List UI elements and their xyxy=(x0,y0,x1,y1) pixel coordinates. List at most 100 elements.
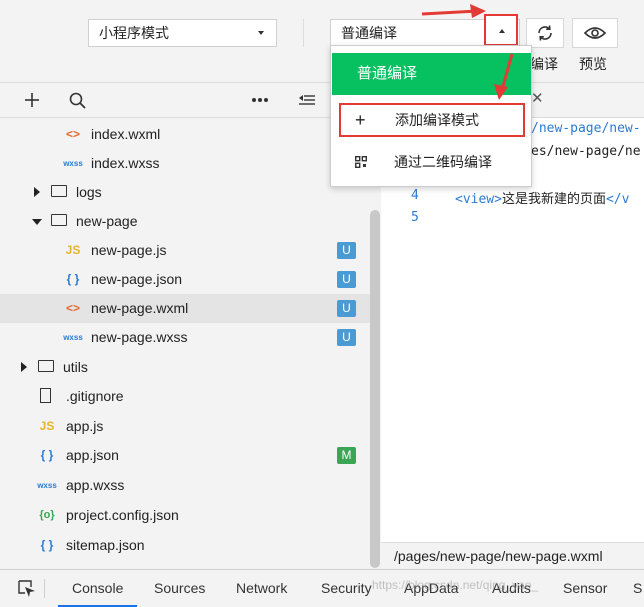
devtools-tab-bar: Console Sources Network Security AppData… xyxy=(0,569,644,607)
preview-button[interactable] xyxy=(572,18,618,48)
file-row[interactable]: { } new-page.json U xyxy=(0,265,370,294)
search-icon[interactable] xyxy=(69,92,86,109)
file-name: new-page.json xyxy=(91,271,183,287)
status-badge: U xyxy=(337,271,356,288)
file-name: new-page.wxml xyxy=(91,300,189,316)
file-row-selected[interactable]: <> new-page.wxml U xyxy=(0,294,370,323)
file-name: index.wxml xyxy=(91,126,161,142)
toolbar-divider xyxy=(303,19,304,47)
folder-name: new-page xyxy=(76,213,138,229)
top-toolbar: 小程序模式 普通编译 编译 预览 xyxy=(0,0,644,83)
collapse-icon[interactable] xyxy=(298,93,316,107)
file-row[interactable]: .gitignore xyxy=(0,382,370,411)
folder-row[interactable]: utils xyxy=(0,353,370,382)
file-row[interactable]: wxss index.wxss xyxy=(0,149,370,178)
folder-icon xyxy=(51,185,67,197)
explorer-scrollbar[interactable] xyxy=(370,210,380,568)
line-number: 5 xyxy=(411,210,419,225)
status-badge: U xyxy=(337,300,356,317)
file-row[interactable]: wxss app.wxss xyxy=(0,471,370,500)
code-line-4: <view>这是我新建的页面</v xyxy=(455,188,629,207)
file-row[interactable]: wxss new-page.wxss U xyxy=(0,323,370,352)
wxss-file-icon: wxss xyxy=(37,481,57,490)
wxml-file-icon: <> xyxy=(65,301,80,315)
folder-name: utils xyxy=(63,359,88,375)
chevron-right-icon xyxy=(21,362,27,372)
file-name: app.js xyxy=(66,418,104,434)
qr-code-icon xyxy=(355,156,367,168)
add-compile-mode-label: 添加编译模式 xyxy=(395,112,479,128)
close-icon[interactable]: ✕ xyxy=(531,89,544,107)
mode-select[interactable]: 小程序模式 xyxy=(88,19,277,47)
file-row[interactable]: { } app.json M xyxy=(0,441,370,470)
tag-close: </v xyxy=(605,192,630,207)
compile-dropdown-toggle[interactable] xyxy=(484,14,518,46)
file-explorer: <> index.wxml wxss index.wxss logs new-p… xyxy=(0,118,370,568)
plus-icon: + xyxy=(355,110,366,130)
more-icon[interactable] xyxy=(251,97,269,103)
file-row[interactable]: JS app.js xyxy=(0,412,370,441)
folder-name: logs xyxy=(76,184,102,200)
tab-network[interactable]: Network xyxy=(236,570,287,607)
file-name: index.wxss xyxy=(91,155,160,171)
file-row[interactable]: {o} project.config.json xyxy=(0,501,370,530)
compile-select-value: 普通编译 xyxy=(341,25,397,41)
caret-up-icon xyxy=(499,29,505,33)
file-name: .gitignore xyxy=(66,388,124,404)
json-file-icon: { } xyxy=(40,448,54,462)
compile-dropdown-menu: 普通编译 + 添加编译模式 通过二维码编译 xyxy=(330,45,532,187)
status-badge: M xyxy=(337,447,356,464)
js-file-icon: JS xyxy=(39,419,55,433)
preview-label: 预览 xyxy=(579,56,607,72)
tab-divider xyxy=(44,579,45,598)
chevron-down-icon xyxy=(32,219,42,225)
wxss-file-icon: wxss xyxy=(63,333,83,342)
file-name: new-page.js xyxy=(91,242,167,258)
status-badge: U xyxy=(337,329,356,346)
folder-row[interactable]: new-page xyxy=(0,207,370,236)
dropdown-item-qr-compile[interactable]: 通过二维码编译 xyxy=(331,145,531,179)
tab-sources[interactable]: Sources xyxy=(154,570,205,607)
file-name: project.config.json xyxy=(66,507,179,523)
folder-row[interactable]: logs xyxy=(0,178,370,207)
json-file-icon: { } xyxy=(66,272,80,286)
folder-icon xyxy=(38,360,54,372)
qr-compile-label: 通过二维码编译 xyxy=(394,154,492,170)
file-name: new-page.wxss xyxy=(91,329,188,345)
compile-label: 编译 xyxy=(530,56,558,72)
folder-open-icon xyxy=(51,214,67,226)
mode-select-value: 小程序模式 xyxy=(99,25,169,41)
dropdown-item-add-compile-mode[interactable]: + 添加编译模式 xyxy=(339,103,525,137)
file-row[interactable]: { } sitemap.json xyxy=(0,531,370,560)
tag-open: <view> xyxy=(455,192,502,207)
code-line-2: es/new-page/ne xyxy=(531,144,641,159)
wxss-file-icon: wxss xyxy=(63,159,83,168)
compile-button[interactable] xyxy=(526,18,564,48)
dropdown-item-normal-compile[interactable]: 普通编译 xyxy=(332,53,531,95)
file-row[interactable]: JS new-page.js U xyxy=(0,236,370,265)
chevron-right-icon xyxy=(34,187,40,197)
watermark: https://blog.csdn.net/qing_yao_ xyxy=(372,578,539,592)
add-icon[interactable] xyxy=(24,92,40,108)
js-file-icon: JS xyxy=(65,243,81,257)
file-name: app.json xyxy=(66,447,119,463)
json-file-icon: { } xyxy=(40,538,54,552)
tab-console[interactable]: Console xyxy=(58,570,138,607)
tab-security[interactable]: Security xyxy=(321,570,372,607)
file-name: sitemap.json xyxy=(66,537,145,553)
tab-overflow[interactable]: S xyxy=(633,570,642,607)
file-row[interactable]: <> index.wxml xyxy=(0,120,370,149)
explorer-toolbar xyxy=(0,83,380,118)
tag-text: 这是我新建的页面 xyxy=(501,192,606,207)
line-number: 4 xyxy=(411,188,419,203)
status-badge: U xyxy=(337,242,356,259)
tab-sensor[interactable]: Sensor xyxy=(563,570,607,607)
eye-icon xyxy=(583,27,607,39)
inspect-element-icon[interactable] xyxy=(18,580,36,598)
code-line-1: /new-page/new- xyxy=(531,121,641,136)
file-name: app.wxss xyxy=(66,477,125,493)
chevron-down-icon xyxy=(258,31,264,35)
wxml-file-icon: <> xyxy=(65,127,80,141)
refresh-icon xyxy=(538,25,552,41)
file-icon xyxy=(40,388,51,403)
